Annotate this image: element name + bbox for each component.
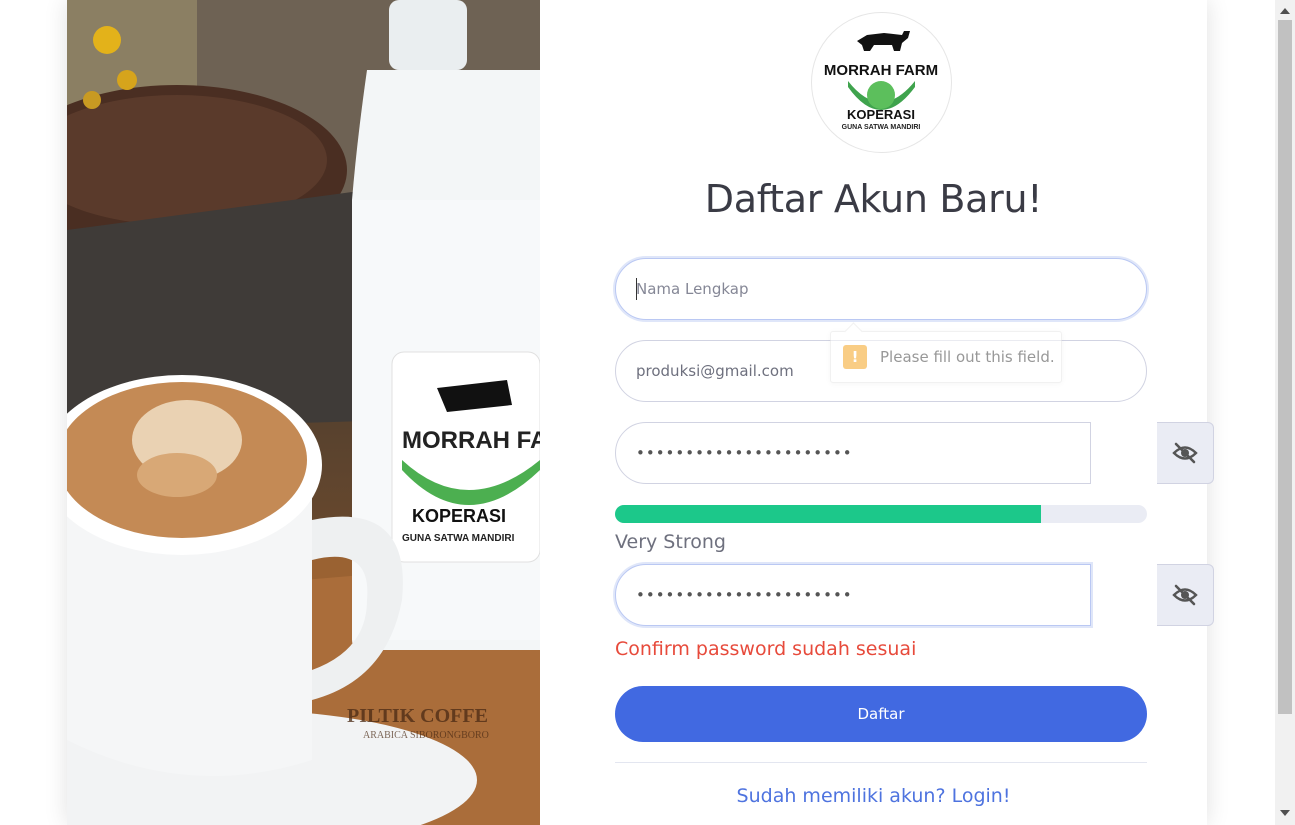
board-tagline: ARABICA SIBORONGBORO <box>363 730 489 741</box>
tooltip-arrow <box>844 322 863 341</box>
morrah-farm-logo: MORRAH FARM KOPERASI GUNA SATWA MANDIRI <box>811 12 952 153</box>
toggle-confirm-password-visibility-button[interactable] <box>1157 564 1214 626</box>
logo-koperasi-text: KOPERASI <box>847 107 915 122</box>
password-strength-fill <box>615 505 1041 523</box>
page-title: Daftar Akun Baru! <box>704 177 1043 222</box>
warning-icon: ! <box>843 345 867 369</box>
logo-brand-text: MORRAH FARM <box>824 62 938 79</box>
bottle-label-koperasi: KOPERASI <box>412 506 506 526</box>
password-field[interactable]: •••••••••••••••••••••• <box>615 422 1091 484</box>
eye-slash-icon <box>1172 442 1198 464</box>
logo-tagline-text: GUNA SATWA MANDIRI <box>842 124 921 131</box>
password-strength-label: Very Strong <box>615 531 726 553</box>
register-form-panel: MORRAH FARM KOPERASI GUNA SATWA MANDIRI … <box>540 0 1214 825</box>
validation-tooltip: ! Please fill out this field. <box>830 322 1062 383</box>
password-strength-bar <box>615 505 1147 523</box>
form-divider <box>615 762 1147 763</box>
toggle-password-visibility-button[interactable] <box>1157 422 1214 484</box>
register-card: MORRAH FARM KOPERASI GUNA SATWA MANDIRI … <box>67 0 1214 825</box>
scroll-up-icon[interactable] <box>1280 8 1290 14</box>
eye-slash-icon <box>1172 584 1198 606</box>
full-name-field[interactable] <box>615 258 1147 320</box>
password-mask: •••••••••••••••••••••• <box>636 444 853 462</box>
page-scrollbar[interactable] <box>1275 0 1295 825</box>
confirm-password-field[interactable]: •••••••••••••••••••••• <box>615 564 1091 626</box>
scroll-down-icon[interactable] <box>1280 810 1290 816</box>
product-photo: MORRAH FARM KOPERASI GUNA SATWA MANDIRI … <box>67 0 540 825</box>
confirm-password-message: Confirm password sudah sesuai <box>615 638 917 660</box>
confirm-password-mask: •••••••••••••••••••••• <box>636 586 853 604</box>
page-viewport: MORRAH FARM KOPERASI GUNA SATWA MANDIRI … <box>0 0 1275 825</box>
board-brand: PILTIK COFFE <box>347 705 488 727</box>
register-submit-button[interactable]: Daftar <box>615 686 1147 742</box>
full-name-input[interactable] <box>636 259 1116 319</box>
photo-illustration: MORRAH FARM KOPERASI GUNA SATWA MANDIRI … <box>67 0 540 825</box>
login-link[interactable]: Sudah memiliki akun? Login! <box>540 785 1207 807</box>
text-caret <box>636 278 637 300</box>
scrollbar-thumb[interactable] <box>1278 20 1292 714</box>
tooltip-message: Please fill out this field. <box>880 348 1055 366</box>
bottle-label-tagline: GUNA SATWA MANDIRI <box>402 533 515 544</box>
bottle-label-brand: MORRAH FARM <box>402 427 540 454</box>
